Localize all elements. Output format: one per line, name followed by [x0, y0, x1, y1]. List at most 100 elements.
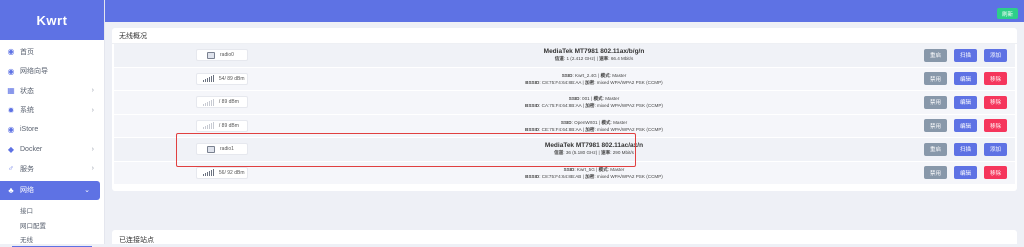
- action-button[interactable]: 移除: [984, 72, 1007, 86]
- action-button[interactable]: 重启: [924, 48, 947, 62]
- network-info: SSID: Kwrt_2.4G | 模式: Master BSSID: C8:75…: [444, 72, 744, 86]
- wifi-network-row: / 89 dBm SSID: 001 | 模式: Master BSSID: CA:…: [114, 91, 1015, 115]
- wand-icon: ◉: [7, 66, 15, 76]
- sidebar-item-label: 系统: [20, 107, 34, 115]
- sidebar-nav: ◉ 首页 ◉ 网络向导 ▦ 状态 › ✹ 系统 › ◉ iStore ◆ Docker › ♂ 服务 › ♣ 网络 ⌄ 接…: [0, 40, 104, 247]
- refresh-button[interactable]: 刷新: [996, 8, 1018, 19]
- connected-stations-card: 已连接站点: [112, 230, 1017, 244]
- card-title: 无线概况: [112, 28, 1017, 44]
- detail-line: SSID: Kwrt_5G | 模式: Master: [444, 167, 744, 173]
- signal-strength-icon: [203, 169, 215, 177]
- sidebar-item[interactable]: ◉ 首页: [0, 42, 104, 62]
- sidebar-item[interactable]: ✹ 系统 ›: [0, 101, 104, 121]
- wifi-adapter-icon: [207, 51, 215, 59]
- detail-value: : OpenWrt01 |: [571, 119, 602, 125]
- main-content: 无线概况 radio0 MediaTek MT7981 802.11ax/b/g/…: [112, 28, 1017, 191]
- detail-value: : C8:75:F4:64:8B:AB |: [539, 173, 586, 179]
- detail-key: 模式: [593, 96, 603, 102]
- signal-value: / 89 dBm: [218, 122, 239, 129]
- signal-badge: / 89 dBm: [196, 96, 248, 109]
- action-button[interactable]: 移除: [984, 166, 1007, 180]
- gear-icon: ✹: [7, 105, 15, 115]
- action-button[interactable]: 移除: [984, 95, 1007, 109]
- sidebar-item[interactable]: ▦ 状态 ›: [0, 81, 104, 101]
- detail-value: : Kwrt_2.4G |: [572, 72, 601, 78]
- action-button[interactable]: 禁用: [924, 72, 947, 86]
- detail-key: BSSID: [525, 79, 540, 85]
- row-actions: 禁用 编辑 移除: [924, 119, 1007, 133]
- detail-key: SSID: [561, 72, 573, 78]
- action-button[interactable]: 扫描: [954, 48, 977, 62]
- detail-value: : C8:75:F4:64:8B:AA |: [539, 79, 585, 85]
- radio-name: radio0: [220, 52, 234, 59]
- detail-key: BSSID: [525, 126, 540, 132]
- logo[interactable]: Kwrt: [0, 0, 104, 40]
- action-button[interactable]: 禁用: [924, 166, 947, 180]
- topbar: 刷新: [105, 0, 1024, 22]
- sidebar-item[interactable]: ♣ 网络 ⌄: [0, 180, 100, 200]
- chevron-right-icon: ›: [91, 145, 94, 153]
- sidebar-item[interactable]: ♂ 服务 ›: [0, 159, 104, 179]
- detail-value: : 290 Mbit/s: [610, 150, 634, 156]
- detail-key: 模式: [601, 119, 611, 125]
- signal-badge: 54/ 89 dBm: [196, 72, 248, 85]
- radio-title: MediaTek MT7981 802.11ac/ax/n: [544, 142, 644, 150]
- wifi-network-row: 56/ 92 dBm SSID: Kwrt_5G | 模式: Master BSSI…: [114, 161, 1015, 185]
- wireless-rows: radio0 MediaTek MT7981 802.11ax/b/g/n 信道: …: [112, 44, 1017, 185]
- signal-value: 56/ 92 dBm: [218, 169, 245, 176]
- action-button[interactable]: 移除: [984, 119, 1007, 133]
- services-icon: ♂: [8, 164, 14, 174]
- detail-line: SSID: OpenWrt01 | 模式: Master: [444, 120, 744, 126]
- detail-value: : Master: [609, 72, 627, 78]
- action-button[interactable]: 编辑: [954, 72, 977, 86]
- detail-key: BSSID: [525, 103, 540, 109]
- detail-key: 信道: [554, 56, 564, 62]
- radio-device-row: radio0 MediaTek MT7981 802.11ax/b/g/n 信道: …: [114, 44, 1015, 68]
- detail-value: : mixed WPA/WPA2 PSK (CCMP): [594, 103, 663, 109]
- row-actions: 禁用 编辑 移除: [924, 166, 1007, 180]
- detail-value: : CE:75:F4:64:8B:AA |: [539, 126, 586, 132]
- action-button[interactable]: 扫描: [954, 142, 977, 156]
- chevron-right-icon: ›: [91, 87, 94, 95]
- action-button[interactable]: 禁用: [924, 95, 947, 109]
- detail-line: 信道: 1 (2.412 GHz) | 速率: 66.4 Mbit/s: [444, 56, 744, 62]
- detail-key: SSID: [568, 96, 580, 102]
- detail-value: : 1 (2.412 GHz) |: [563, 56, 600, 62]
- detail-value: : 001 |: [579, 96, 594, 102]
- sidebar-item-label: iStore: [20, 126, 39, 134]
- detail-line: 信道: 36 (5.180 GHz) | 速率: 290 Mbit/s: [444, 150, 744, 156]
- wifi-network-row: 54/ 89 dBm SSID: Kwrt_2.4G | 模式: Master BS…: [114, 67, 1015, 91]
- detail-value: : CA:75:F4:64:8B:AA |: [539, 103, 586, 109]
- detail-value: : mixed WPA/WPA2 PSK (CCMP): [594, 79, 663, 85]
- signal-strength-icon: [203, 98, 215, 106]
- action-button[interactable]: 添加: [984, 142, 1007, 156]
- detail-key: SSID: [560, 119, 572, 125]
- action-button[interactable]: 编辑: [954, 119, 977, 133]
- wifi-adapter-icon: [207, 145, 215, 153]
- detail-value: : Master: [610, 119, 628, 125]
- action-button[interactable]: 重启: [924, 142, 947, 156]
- sidebar-item[interactable]: ◉ 网络向导: [0, 62, 104, 82]
- detail-value: : Master: [602, 96, 620, 102]
- action-button[interactable]: 禁用: [924, 119, 947, 133]
- sidebar-subitem[interactable]: 无线: [12, 232, 92, 247]
- action-button[interactable]: 编辑: [954, 95, 977, 109]
- detail-value: : 66.4 Mbit/s: [608, 56, 634, 62]
- row-actions: 禁用 编辑 移除: [924, 95, 1007, 109]
- action-button[interactable]: 编辑: [954, 166, 977, 180]
- detail-key: 信道: [554, 150, 564, 156]
- detail-key: 速率: [600, 150, 611, 156]
- sidebar-subitem[interactable]: 接口: [0, 202, 104, 217]
- action-button[interactable]: 添加: [984, 48, 1007, 62]
- sidebar-item-label: 状态: [20, 87, 34, 95]
- detail-key: 模式: [598, 166, 608, 172]
- sidebar-subitem[interactable]: 网口配置: [0, 217, 104, 232]
- sidebar-item[interactable]: ◆ Docker ›: [0, 140, 104, 160]
- signal-badge: 56/ 92 dBm: [196, 166, 248, 179]
- detail-key: 模式: [600, 72, 610, 78]
- detail-line: BSSID: CA:75:F4:64:8B:AA | 加密: mixed WPA…: [444, 103, 744, 109]
- wireless-overview-card: 无线概况 radio0 MediaTek MT7981 802.11ax/b/g/…: [112, 28, 1017, 191]
- sidebar-item-label: 服务: [20, 165, 34, 173]
- detail-key: 速率: [599, 56, 609, 62]
- sidebar-item[interactable]: ◉ iStore: [0, 120, 104, 140]
